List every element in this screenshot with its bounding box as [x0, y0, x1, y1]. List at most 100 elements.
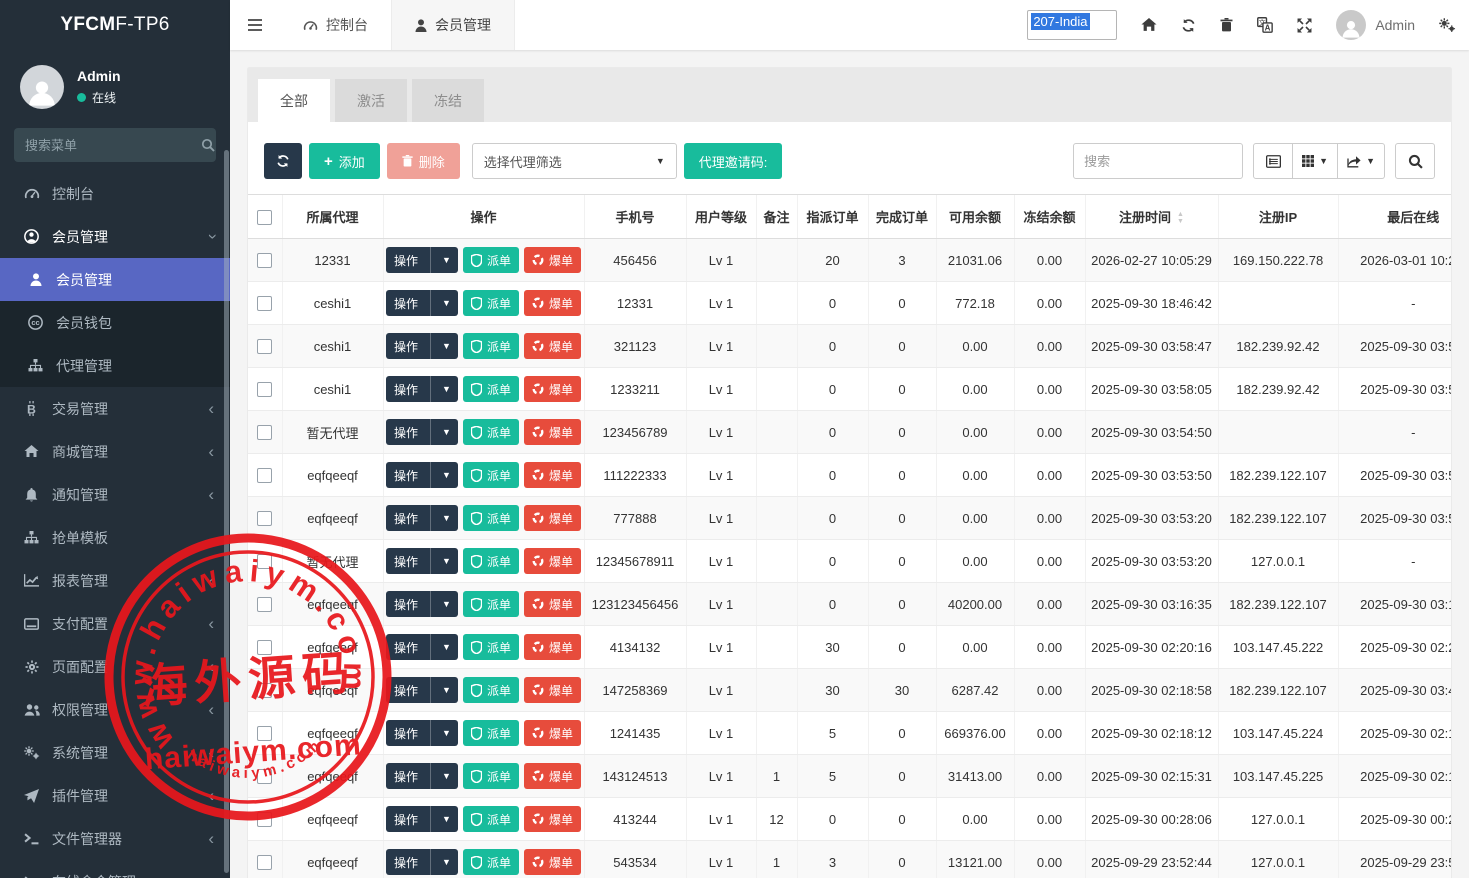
tab-members[interactable]: 会员管理 [391, 0, 515, 50]
sidebar-item[interactable]: 商城管理‹ [0, 430, 230, 473]
row-checkbox[interactable] [257, 855, 272, 870]
sidebar-item[interactable]: 插件管理‹ [0, 774, 230, 817]
add-button[interactable]: + 添加 [309, 143, 380, 179]
hamburger-icon[interactable] [230, 18, 280, 32]
burst-order-button[interactable]: 爆单 [524, 763, 581, 789]
row-checkbox[interactable] [257, 812, 272, 827]
table-search-input[interactable] [1073, 143, 1243, 179]
sidebar-item[interactable]: 报表管理‹ [0, 559, 230, 602]
dispatch-order-button[interactable]: 派单 [463, 720, 519, 746]
row-checkbox[interactable] [257, 339, 272, 354]
export-button[interactable]: ▼ [1338, 143, 1385, 179]
search-icon[interactable] [201, 138, 215, 152]
burst-order-button[interactable]: 爆单 [524, 290, 581, 316]
dispatch-order-button[interactable]: 派单 [463, 290, 519, 316]
sidebar-item[interactable]: 页面配置‹ [0, 645, 230, 688]
row-checkbox[interactable] [257, 425, 272, 440]
operate-dropdown-button[interactable]: 操作▼ [386, 806, 458, 832]
refresh-icon[interactable] [1181, 18, 1196, 33]
sidebar-subitem[interactable]: cc会员钱包 [0, 301, 230, 344]
operate-dropdown-button[interactable]: 操作▼ [386, 677, 458, 703]
burst-order-button[interactable]: 爆单 [524, 720, 581, 746]
row-checkbox[interactable] [257, 253, 272, 268]
dispatch-order-button[interactable]: 派单 [463, 462, 519, 488]
sidebar-item[interactable]: 抢单模板 [0, 516, 230, 559]
burst-order-button[interactable]: 爆单 [524, 806, 581, 832]
burst-order-button[interactable]: 爆单 [524, 677, 581, 703]
dispatch-order-button[interactable]: 派单 [463, 247, 519, 273]
sidebar-subitem[interactable]: 会员管理 [0, 258, 230, 301]
row-checkbox[interactable] [257, 296, 272, 311]
tab-all[interactable]: 全部 [258, 79, 330, 122]
columns-button[interactable]: ▼ [1293, 143, 1338, 179]
sidebar-search-input[interactable] [25, 138, 201, 153]
operate-dropdown-button[interactable]: 操作▼ [386, 505, 458, 531]
burst-order-button[interactable]: 爆单 [524, 634, 581, 660]
row-checkbox[interactable] [257, 683, 272, 698]
trash-icon[interactable] [1220, 18, 1233, 32]
translate-icon[interactable]: 文A [1257, 17, 1273, 33]
sidebar-item[interactable]: B交易管理‹ [0, 387, 230, 430]
dispatch-order-button[interactable]: 派单 [463, 763, 519, 789]
operate-dropdown-button[interactable]: 操作▼ [386, 720, 458, 746]
dispatch-order-button[interactable]: 派单 [463, 505, 519, 531]
sort-icon[interactable]: ▲▼ [1177, 212, 1184, 225]
home-icon[interactable] [1141, 18, 1157, 32]
operate-dropdown-button[interactable]: 操作▼ [386, 763, 458, 789]
search-button[interactable] [1395, 143, 1435, 179]
burst-order-button[interactable]: 爆单 [524, 591, 581, 617]
dispatch-order-button[interactable]: 派单 [463, 849, 519, 875]
select-all-checkbox[interactable] [257, 210, 272, 225]
burst-order-button[interactable]: 爆单 [524, 247, 581, 273]
sidebar-subitem[interactable]: 代理管理 [0, 344, 230, 387]
user-menu[interactable]: Admin [1336, 10, 1415, 40]
sidebar-scrollbar[interactable] [224, 150, 229, 873]
row-checkbox[interactable] [257, 511, 272, 526]
dispatch-order-button[interactable]: 派单 [463, 591, 519, 617]
invite-code-button[interactable]: 代理邀请码: [684, 143, 783, 179]
operate-dropdown-button[interactable]: 操作▼ [386, 333, 458, 359]
sidebar-item[interactable]: 会员管理‹ [0, 215, 230, 258]
detail-view-button[interactable] [1253, 143, 1293, 179]
operate-dropdown-button[interactable]: 操作▼ [386, 462, 458, 488]
sidebar-item[interactable]: 在线命令管理 [0, 860, 230, 878]
row-checkbox[interactable] [257, 640, 272, 655]
quick-search-input[interactable]: 207-India [1027, 10, 1117, 40]
dispatch-order-button[interactable]: 派单 [463, 376, 519, 402]
operate-dropdown-button[interactable]: 操作▼ [386, 591, 458, 617]
operate-dropdown-button[interactable]: 操作▼ [386, 634, 458, 660]
burst-order-button[interactable]: 爆单 [524, 548, 581, 574]
operate-dropdown-button[interactable]: 操作▼ [386, 376, 458, 402]
burst-order-button[interactable]: 爆单 [524, 505, 581, 531]
burst-order-button[interactable]: 爆单 [524, 849, 581, 875]
dispatch-order-button[interactable]: 派单 [463, 806, 519, 832]
operate-dropdown-button[interactable]: 操作▼ [386, 290, 458, 316]
operate-dropdown-button[interactable]: 操作▼ [386, 548, 458, 574]
refresh-button[interactable] [264, 143, 302, 179]
row-checkbox[interactable] [257, 597, 272, 612]
delete-button[interactable]: 删除 [387, 143, 460, 179]
sidebar-item[interactable]: 控制台 [0, 172, 230, 215]
column-header[interactable]: 注册时间▲▼ [1085, 195, 1218, 239]
dispatch-order-button[interactable]: 派单 [463, 419, 519, 445]
burst-order-button[interactable]: 爆单 [524, 419, 581, 445]
operate-dropdown-button[interactable]: 操作▼ [386, 849, 458, 875]
sidebar-item[interactable]: 系统管理‹ [0, 731, 230, 774]
sidebar-item[interactable]: 支付配置‹ [0, 602, 230, 645]
burst-order-button[interactable]: 爆单 [524, 462, 581, 488]
dispatch-order-button[interactable]: 派单 [463, 634, 519, 660]
sidebar-item[interactable]: 权限管理‹ [0, 688, 230, 731]
burst-order-button[interactable]: 爆单 [524, 376, 581, 402]
row-checkbox[interactable] [257, 554, 272, 569]
settings-gears-icon[interactable] [1439, 18, 1456, 33]
dispatch-order-button[interactable]: 派单 [463, 677, 519, 703]
tab-active[interactable]: 激活 [335, 79, 407, 122]
operate-dropdown-button[interactable]: 操作▼ [386, 247, 458, 273]
sidebar-item[interactable]: 文件管理器‹ [0, 817, 230, 860]
row-checkbox[interactable] [257, 382, 272, 397]
dispatch-order-button[interactable]: 派单 [463, 548, 519, 574]
tab-frozen[interactable]: 冻结 [412, 79, 484, 122]
dispatch-order-button[interactable]: 派单 [463, 333, 519, 359]
sidebar-item[interactable]: 通知管理‹ [0, 473, 230, 516]
burst-order-button[interactable]: 爆单 [524, 333, 581, 359]
